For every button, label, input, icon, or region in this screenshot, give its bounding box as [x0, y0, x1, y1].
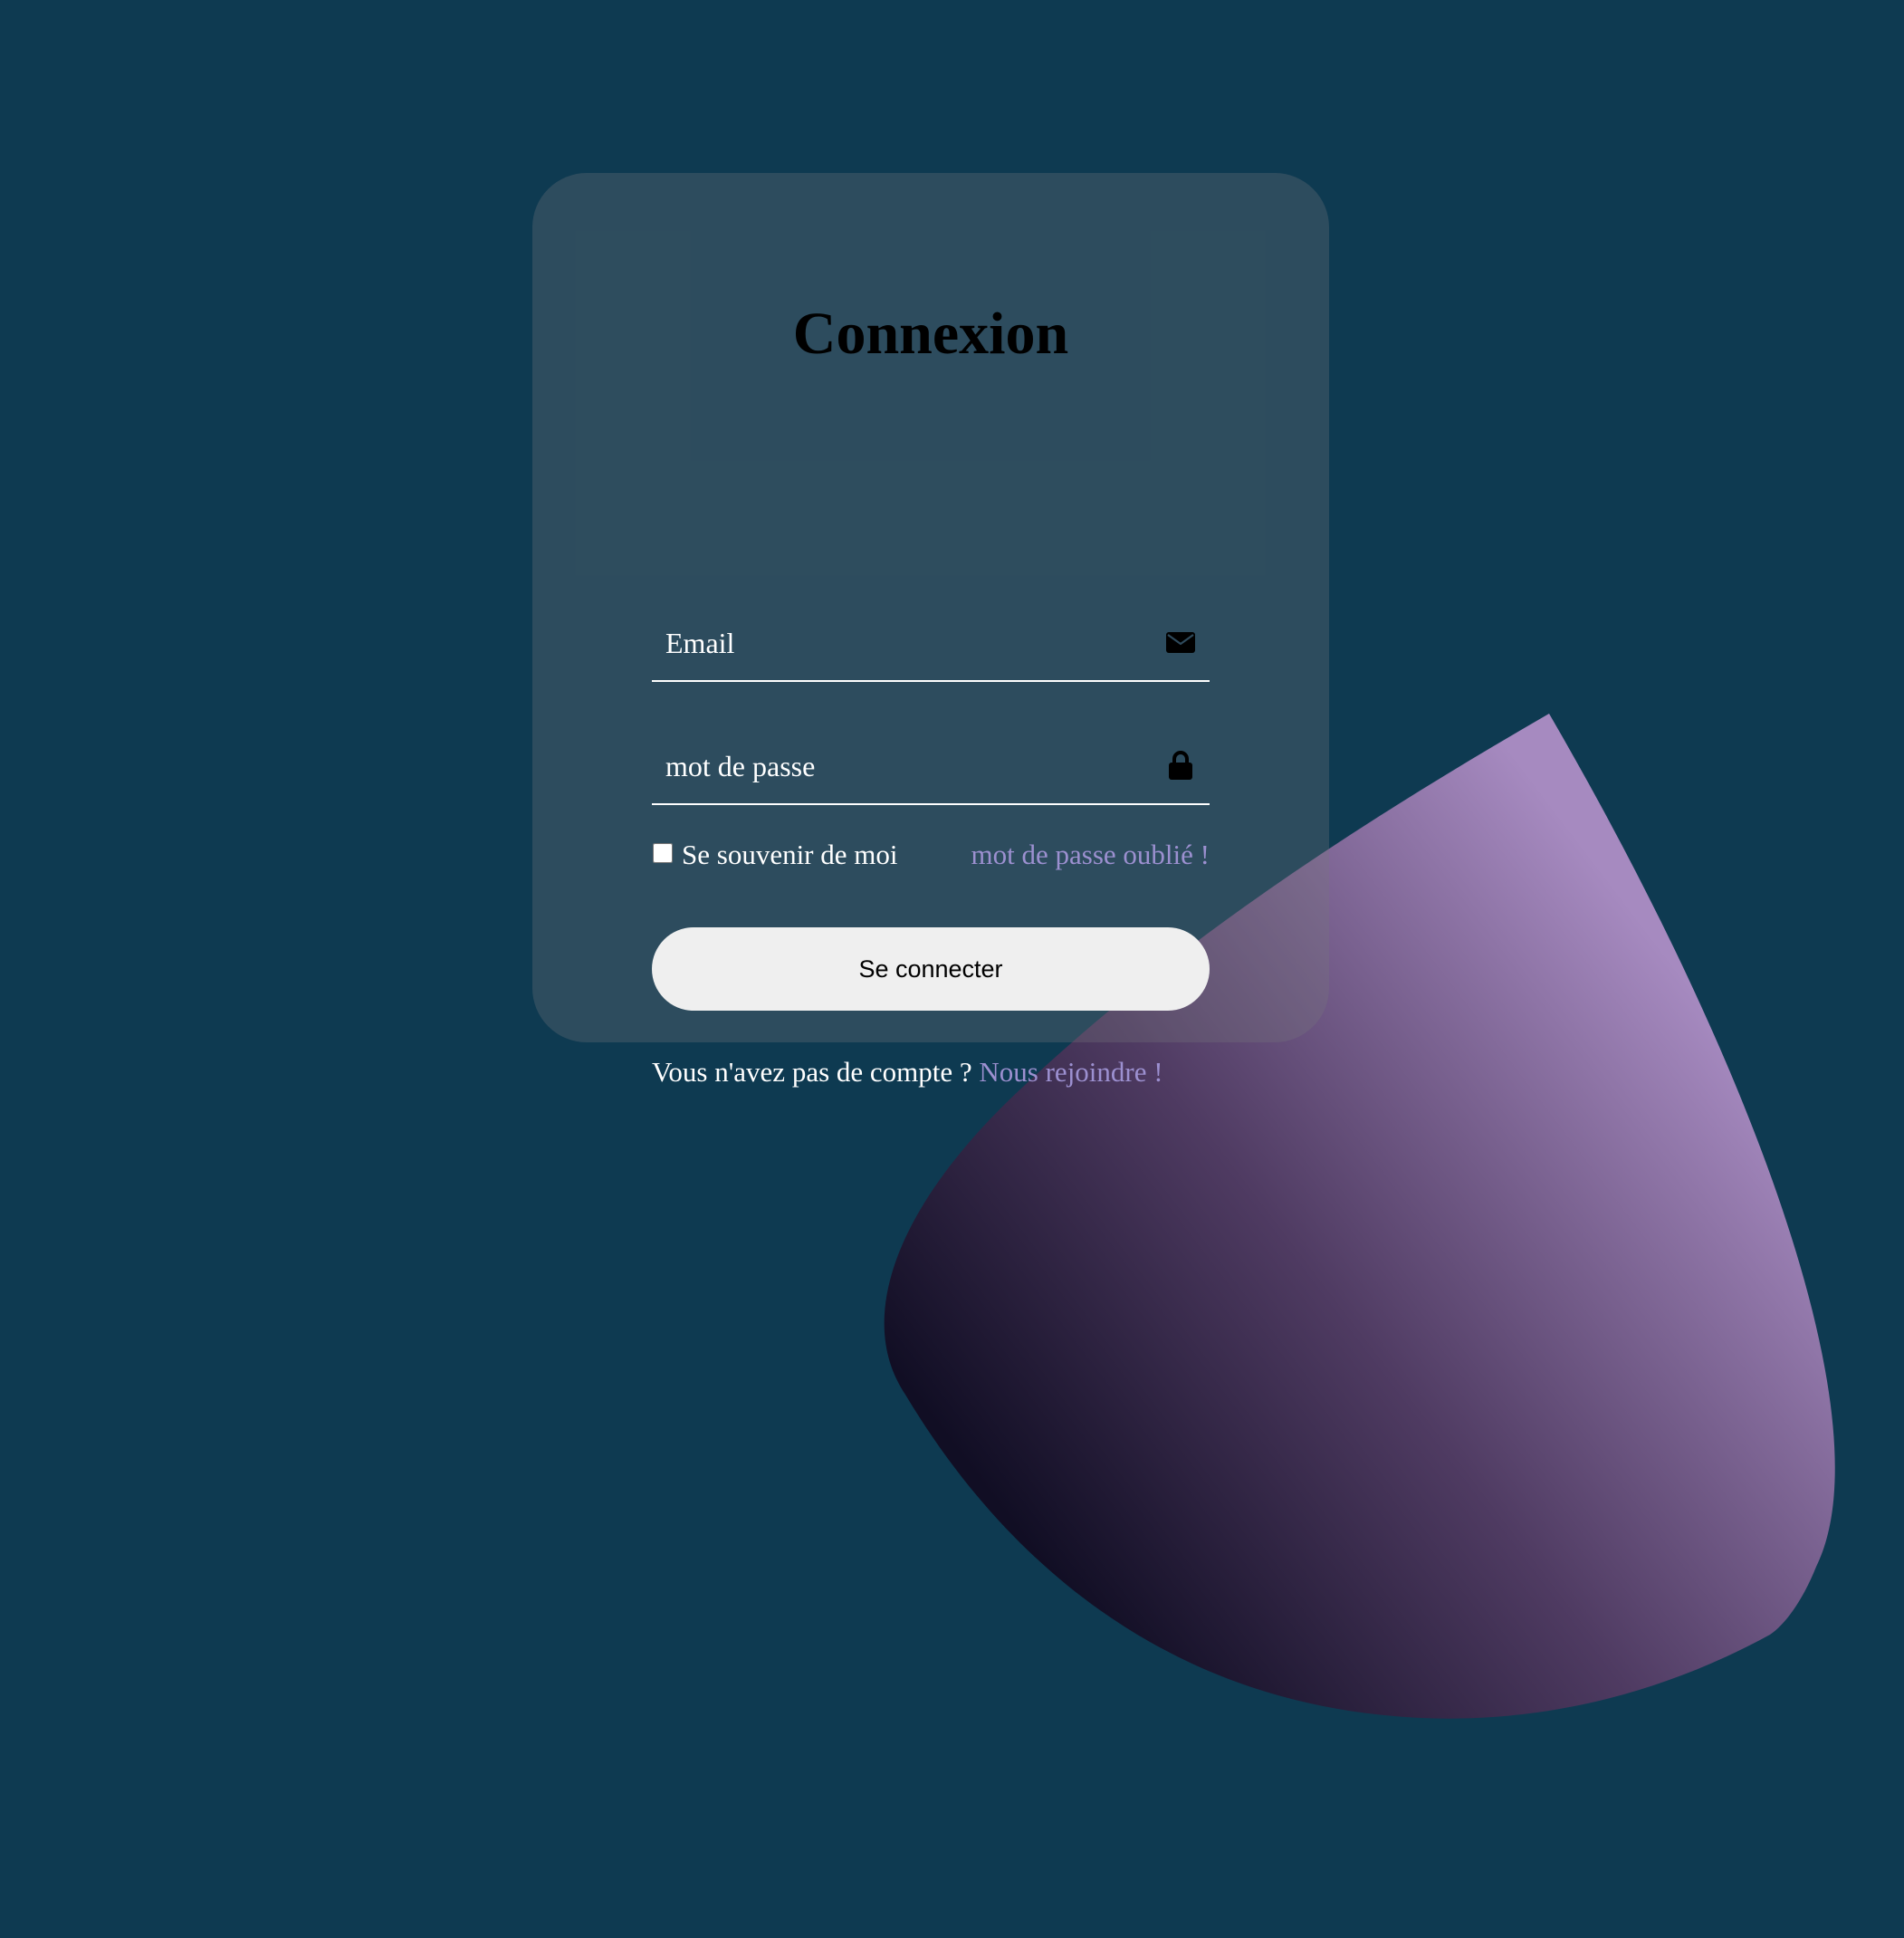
lock-icon	[1164, 749, 1197, 782]
login-button[interactable]: Se connecter	[652, 927, 1210, 1011]
login-options: Se souvenir de moi mot de passe oublié !	[652, 834, 1210, 876]
envelope-icon	[1164, 626, 1197, 658]
forgot-password-link[interactable]: mot de passe oublié !	[971, 834, 1210, 876]
remember-me[interactable]: Se souvenir de moi	[652, 834, 898, 876]
email-field-group	[652, 608, 1210, 682]
remember-me-checkbox[interactable]	[653, 843, 673, 863]
register-prompt: Vous n'avez pas de compte ? Nous rejoind…	[652, 1051, 1231, 1093]
page-title: Connexion	[792, 301, 1069, 367]
register-link[interactable]: Nous rejoindre !	[979, 1056, 1162, 1088]
login-card: Connexion Se souvenir de moi mot de pass…	[532, 173, 1329, 1088]
email-field[interactable]	[652, 608, 1154, 678]
register-prompt-text: Vous n'avez pas de compte ?	[652, 1056, 972, 1088]
password-field-group	[652, 731, 1210, 805]
password-field[interactable]	[652, 731, 1154, 801]
remember-me-label: Se souvenir de moi	[682, 839, 898, 870]
